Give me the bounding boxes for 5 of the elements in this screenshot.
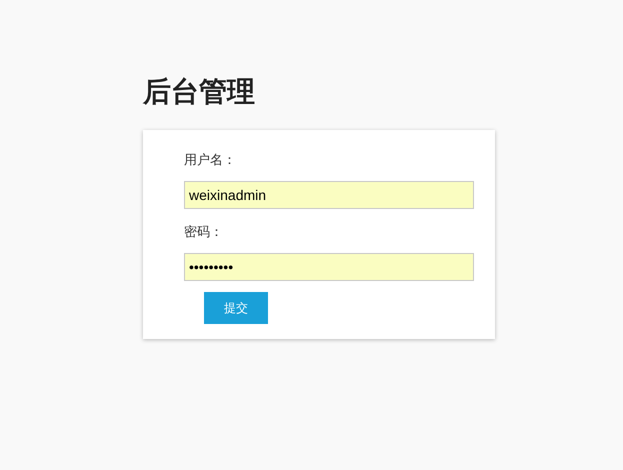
page-title: 后台管理	[143, 75, 255, 109]
input-field[interactable]: weixinadmin	[184, 181, 474, 209]
field-label: 密码：	[184, 224, 223, 240]
input-field[interactable]: •••••••••	[184, 253, 474, 281]
field-label: 用户名：	[184, 152, 236, 168]
